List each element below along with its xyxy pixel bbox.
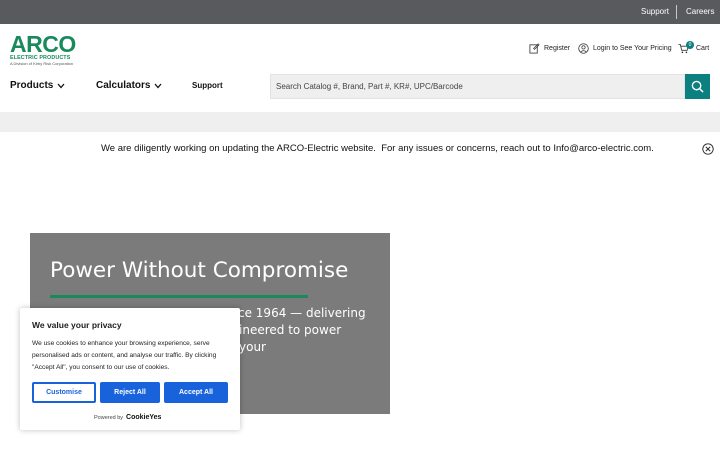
topbar-divider [676,5,677,19]
chevron-down-icon [57,83,65,88]
edit-icon [529,43,540,54]
logo-brand-text: ARCO [10,31,76,57]
nav-calculators-label: Calculators [96,80,151,91]
register-label: Register [544,45,571,52]
cookie-title: We value your privacy [32,320,122,330]
powered-by[interactable]: Powered by CookieYes [94,414,161,421]
cookie-consent-dialog: We value your privacy We use cookies to … [20,308,240,430]
cookie-body: We use cookies to enhance your browsing … [32,340,217,371]
nav-support-label: Support [192,81,223,90]
chevron-down-icon [154,83,162,88]
header-divider-band [0,112,720,132]
logo-division: A Division of Kirby Risk Corporation [10,61,74,66]
search-icon [691,80,704,93]
site-header: ARCO ELECTRIC PRODUCTS A Division of Kir… [0,24,720,112]
user-icon [578,43,589,54]
arco-logo[interactable]: ARCO ELECTRIC PRODUCTS A Division of Kir… [10,31,80,67]
search-input[interactable] [271,75,684,98]
top-utility-bar: Support Careers [0,0,720,24]
nav-products[interactable]: Products [10,80,65,91]
cookieyes-logo: CookieYes [126,414,162,421]
hero-title: Power Without Compromise [50,258,349,283]
topbar-careers-link[interactable]: Careers [686,7,714,16]
search-button[interactable] [685,74,710,99]
close-icon[interactable] [702,143,714,155]
reject-all-button[interactable]: Reject All [100,382,160,403]
register-link[interactable]: Register [529,43,570,54]
login-label: Login to See Your Pricing [593,45,672,52]
nav-support[interactable]: Support [192,81,223,90]
site-notice-text: We are diligently working on updating th… [101,143,654,154]
nav-products-label: Products [10,80,54,91]
customise-button[interactable]: Customise [32,382,96,403]
hero-accent-rule [50,295,308,298]
cart-label: Cart [696,45,710,52]
nav-calculators[interactable]: Calculators [96,80,162,91]
topbar-support-link[interactable]: Support [641,7,669,16]
login-link[interactable]: Login to See Your Pricing [578,43,672,54]
search-box [270,74,685,99]
cart-count-badge: 0 [686,41,694,49]
accept-all-button[interactable]: Accept All [164,382,228,403]
powered-by-label: Powered by [94,414,124,421]
